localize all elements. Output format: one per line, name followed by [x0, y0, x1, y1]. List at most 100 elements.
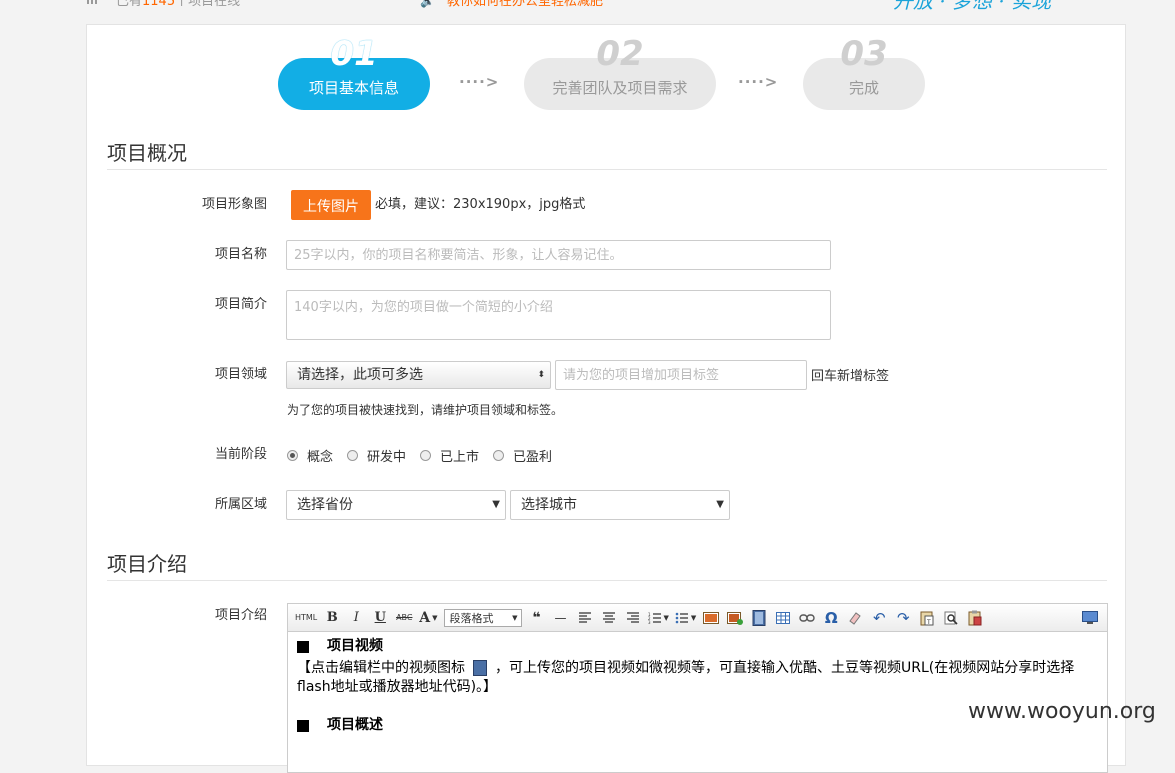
- step-arrow: ····>: [738, 73, 779, 91]
- step-arrow: ····>: [459, 73, 500, 91]
- domain-select[interactable]: 请选择，此项可多选 ⬍: [286, 361, 551, 389]
- align-right-icon[interactable]: [624, 607, 642, 629]
- image-icon[interactable]: [702, 607, 720, 629]
- svg-text:T: T: [926, 619, 931, 626]
- square-bullet-icon: [297, 640, 309, 653]
- paste-text-icon[interactable]: T: [918, 607, 936, 629]
- font-color-button[interactable]: A ▼: [419, 607, 437, 629]
- tag-input[interactable]: [555, 360, 807, 390]
- province-select[interactable]: 选择省份 ▼: [286, 490, 506, 520]
- unordered-list-icon[interactable]: ▼: [675, 607, 696, 629]
- speaker-icon: 🔈: [420, 0, 435, 8]
- caret-icon: ▼: [690, 613, 697, 622]
- radio-dot[interactable]: [420, 449, 432, 461]
- align-left-icon[interactable]: [576, 607, 594, 629]
- stage-radio-concept[interactable]: 概念: [287, 446, 333, 465]
- video-heading-text: 项目视频: [327, 638, 383, 654]
- domain-label: 项目领域: [214, 367, 267, 382]
- stage-radio-launched[interactable]: 已上市: [420, 446, 479, 465]
- strikethrough-button[interactable]: ABC: [395, 607, 413, 629]
- video-icon: [473, 660, 487, 676]
- site-slogan: 开放 · 梦想 · 实现: [893, 0, 1052, 13]
- caret-icon: ▼: [432, 613, 438, 622]
- stage-label: 当前阶段: [214, 447, 267, 462]
- format-select-box: 段落格式 ▼: [443, 608, 522, 627]
- notice-link[interactable]: 教你如何在办公室轻松减肥: [447, 0, 603, 10]
- blockquote-button[interactable]: ❝: [528, 607, 546, 629]
- image-label: 项目形象图: [201, 197, 267, 212]
- radio-label: 研发中: [367, 449, 407, 465]
- special-char-icon[interactable]: Ω: [822, 607, 840, 629]
- step-number: 01: [330, 34, 378, 74]
- caret-icon: ▼: [512, 613, 518, 622]
- domain-hint: 为了您的项目被快速找到，请维护项目领域和标签。: [287, 403, 564, 417]
- project-name-input[interactable]: [286, 240, 831, 270]
- bold-button[interactable]: B: [323, 607, 341, 629]
- rich-text-editor[interactable]: HTML B I U ABC A ▼ 段落格式 ▼ ❝ — 1 2 3 ▼ ▼ Ω ↶ ↷…: [287, 603, 1108, 773]
- format-select[interactable]: 段落格式 ▼: [443, 607, 522, 629]
- watermark: www.wooyun.org: [968, 699, 1156, 724]
- name-label: 项目名称: [214, 247, 267, 262]
- project-intro-textarea[interactable]: [286, 290, 831, 340]
- editor-content[interactable]: 项目视频 【点击编辑栏中的视频图标 ，可上传您的项目视频如微视频等，可直接输入优酷…: [288, 632, 1107, 743]
- undo-icon[interactable]: ↶: [870, 607, 888, 629]
- city-select-value: 选择城市: [521, 497, 577, 513]
- horizontal-rule-button[interactable]: —: [552, 607, 570, 629]
- html-source-button[interactable]: HTML: [295, 607, 317, 629]
- format-select-value: 段落格式: [449, 611, 494, 625]
- intro-editor-label: 项目介绍: [214, 608, 267, 623]
- province-select-value: 选择省份: [297, 497, 353, 513]
- font-color-label: A: [419, 609, 431, 626]
- ordered-list-icon[interactable]: 1 2 3 ▼: [648, 607, 669, 629]
- find-icon[interactable]: [942, 607, 960, 629]
- table-icon[interactable]: [774, 607, 792, 629]
- online-number: 1145: [142, 0, 176, 9]
- underline-button[interactable]: U: [371, 607, 389, 629]
- form-panel: 01 项目基本信息 ····> 02 完善团队及项目需求 ····> 03 完成…: [86, 24, 1126, 773]
- tag-hint: 回车新增标签: [811, 369, 890, 384]
- paste-icon[interactable]: [966, 607, 984, 629]
- city-select[interactable]: 选择城市 ▼: [510, 490, 730, 520]
- fullscreen-icon[interactable]: [1081, 607, 1099, 629]
- radio-label: 概念: [307, 449, 334, 465]
- stage-radio-rnd[interactable]: 研发中: [347, 446, 406, 465]
- domain-select-value: 请选择，此项可多选: [297, 367, 423, 383]
- align-center-icon[interactable]: [600, 607, 618, 629]
- stage-radio-profitable[interactable]: 已盈利: [493, 446, 552, 465]
- updown-icon: ⬍: [537, 370, 545, 380]
- dropdown-arrow-icon: ▼: [492, 499, 500, 510]
- step-number: 03: [840, 34, 888, 74]
- upload-hint: 必填，建议：230x190px，jpg格式: [375, 197, 586, 212]
- intro-label: 项目简介: [214, 297, 267, 312]
- radio-dot[interactable]: [287, 449, 298, 461]
- online-count: 已有1145个项目在线: [116, 0, 240, 10]
- redo-icon[interactable]: ↷: [894, 607, 912, 629]
- square-bullet-icon: [297, 719, 309, 732]
- divider: [107, 580, 1107, 581]
- italic-button[interactable]: I: [347, 607, 365, 629]
- insert-image-icon[interactable]: [726, 607, 744, 629]
- step-label: 完善团队及项目需求: [552, 79, 688, 97]
- radio-label: 已上市: [440, 449, 480, 465]
- video-heading: 项目视频: [297, 637, 1098, 656]
- stage-radio-group: 概念 研发中 已上市 已盈利: [287, 445, 566, 465]
- section-title-overview: 项目概况: [107, 141, 187, 165]
- step-label: 完成: [848, 79, 879, 97]
- section-title-intro: 项目介绍: [107, 552, 187, 576]
- online-suffix: 个项目在线: [175, 0, 241, 9]
- bar-chart-icon: [87, 0, 97, 4]
- eraser-icon[interactable]: [846, 607, 864, 629]
- radio-dot[interactable]: [347, 449, 359, 461]
- step-2: 02 完善团队及项目需求: [524, 36, 716, 110]
- radio-label: 已盈利: [513, 449, 553, 465]
- link-icon[interactable]: [798, 607, 816, 629]
- top-bar: 已有1145个项目在线 🔈 教你如何在办公室轻松减肥 开放 · 梦想 · 实现: [0, 0, 1175, 14]
- step-number: 02: [596, 34, 644, 74]
- caret-icon: ▼: [663, 613, 669, 622]
- video-instructions: 【点击编辑栏中的视频图标 ，可上传您的项目视频如微视频等，可直接输入优酷、土豆等视…: [297, 659, 1098, 697]
- upload-image-button[interactable]: 上传图片: [291, 190, 371, 220]
- radio-dot[interactable]: [493, 449, 505, 461]
- step-label: 项目基本信息: [308, 79, 399, 97]
- overview-heading-text: 项目概述: [327, 717, 383, 733]
- video-icon[interactable]: [750, 607, 768, 629]
